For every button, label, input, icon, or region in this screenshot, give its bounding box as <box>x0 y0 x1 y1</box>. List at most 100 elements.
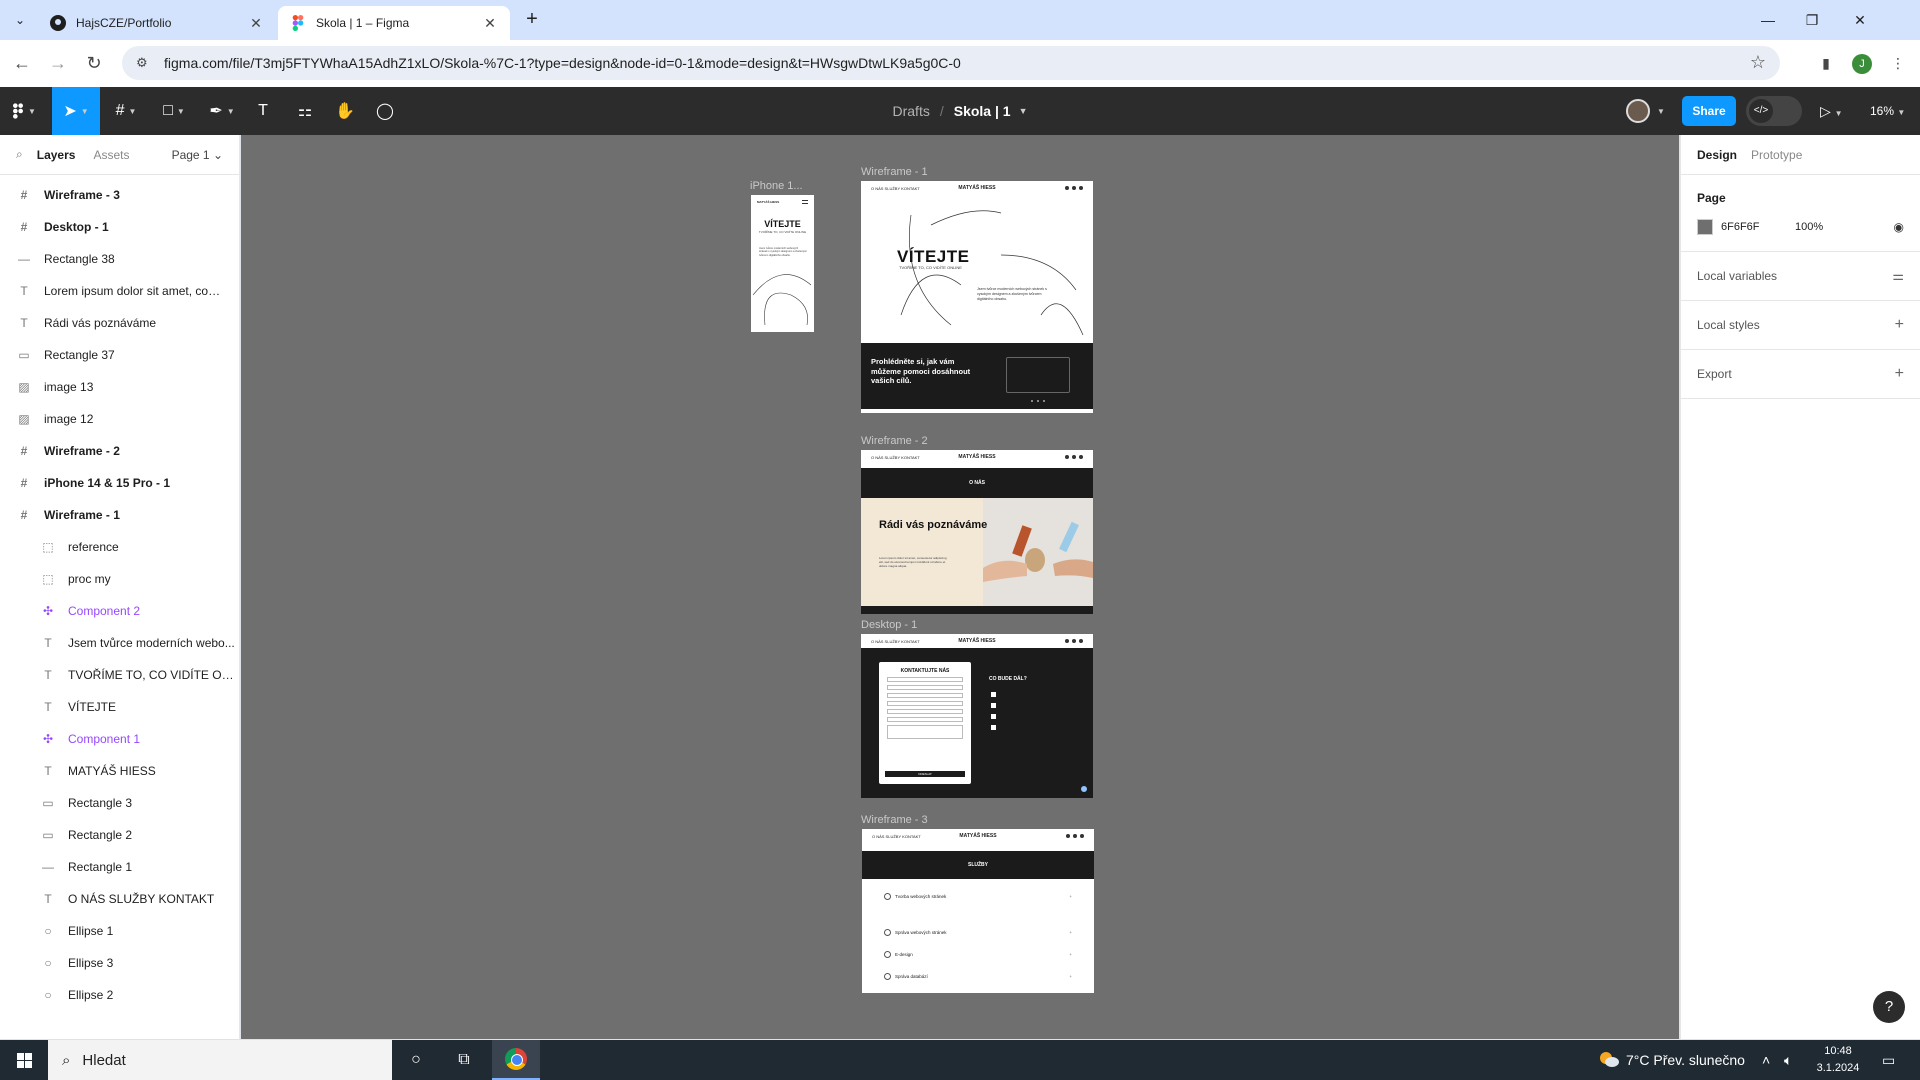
tab-search-chevron-icon[interactable]: ⌄ <box>8 8 32 32</box>
weather-sun-cloud-icon[interactable] <box>1598 1050 1620 1068</box>
url-field[interactable]: ⚙ figma.com/file/T3mj5FTYWhaA15AdhZ1xLO/… <box>122 46 1780 80</box>
cortana-icon[interactable]: ○ <box>392 1040 440 1080</box>
notifications-icon[interactable]: ▭ <box>1882 1040 1895 1080</box>
close-tab-icon[interactable]: ✕ <box>248 15 264 32</box>
wireframe-3-frame[interactable]: O NÁS SLUŽBY KONTAKT MATYÁŠ HIESS SLUŽBY… <box>862 829 1094 993</box>
restore-icon[interactable]: ❐ <box>1800 8 1824 32</box>
tab-prototype[interactable]: Prototype <box>1751 148 1802 162</box>
frame-label-wf1[interactable]: Wireframe - 1 <box>861 166 928 178</box>
layer-item[interactable]: T Rádi vás poznáváme <box>0 307 239 339</box>
layer-item[interactable]: ⬚ reference <box>0 531 239 563</box>
layer-item[interactable]: — Rectangle 1 <box>0 851 239 883</box>
close-window-icon[interactable]: ✕ <box>1848 8 1872 32</box>
clock[interactable]: 10:48 3.1.2024 <box>1810 1043 1866 1077</box>
zoom-level[interactable]: 16% ▼ <box>1870 99 1905 123</box>
volume-icon[interactable]: 🔈︎ <box>1784 1040 1792 1080</box>
add-icon[interactable]: + <box>1895 365 1904 383</box>
help-button[interactable]: ? <box>1873 991 1905 1023</box>
layer-item[interactable]: ○ Ellipse 3 <box>0 947 239 979</box>
breadcrumb-drafts[interactable]: Drafts <box>893 103 930 119</box>
weather-text[interactable]: 7°C Přev. slunečno <box>1626 1040 1745 1080</box>
layer-item[interactable]: ▨ image 12 <box>0 403 239 435</box>
frame-label-wf3[interactable]: Wireframe - 3 <box>861 814 928 826</box>
desktop-1-frame[interactable]: O NÁS SLUŽBY KONTAKT MATYÁŠ HIESS KONTAK… <box>861 634 1093 798</box>
page-color-opacity[interactable]: 100% <box>1795 221 1894 233</box>
minimize-icon[interactable]: — <box>1756 8 1780 32</box>
layer-item[interactable]: ▨ image 13 <box>0 371 239 403</box>
close-tab-icon[interactable]: ✕ <box>482 15 498 32</box>
browser-tab-github[interactable]: HajsCZE/Portfolio ✕ <box>38 6 276 40</box>
chevron-down-icon[interactable]: ▼ <box>1019 106 1028 116</box>
bookmark-star-icon[interactable]: ☆ <box>1750 52 1766 73</box>
page-color-hex[interactable]: 6F6F6F <box>1721 221 1795 233</box>
reload-icon[interactable]: ↻ <box>82 51 106 75</box>
layer-item[interactable]: ✣ Component 1 <box>0 723 239 755</box>
wireframe-1-frame[interactable]: O NÁS SLUŽBY KONTAKT MATYÁŠ HIESS VÍTEJT… <box>861 181 1093 413</box>
new-tab-button[interactable]: + <box>520 8 544 32</box>
pen-tool-icon[interactable]: ✒ ▼ <box>200 87 244 135</box>
layer-item[interactable]: T MATYÁŠ HIESS <box>0 755 239 787</box>
tab-layers[interactable]: Layers <box>37 148 76 162</box>
iphone-frame[interactable]: MATYÁŠ HIESS VÍTEJTE TVOŘÍME TO, CO VIDÍ… <box>751 195 814 332</box>
main-menu-icon[interactable]: ▼ <box>0 87 48 135</box>
tab-design[interactable]: Design <box>1697 148 1737 162</box>
search-icon[interactable]: ⌕ <box>16 147 23 162</box>
layer-item[interactable]: # Wireframe - 2 <box>0 435 239 467</box>
layer-item[interactable]: # Desktop - 1 <box>0 211 239 243</box>
resources-tool-icon[interactable]: ⚏ <box>290 87 320 135</box>
page-selector[interactable]: Page 1 ⌄ <box>172 148 223 162</box>
frame-label-iphone[interactable]: iPhone 1... <box>750 180 803 192</box>
site-settings-icon[interactable]: ⚙ <box>136 55 152 71</box>
present-icon[interactable]: ▷ ▼ <box>1820 99 1852 123</box>
frame-tool-icon[interactable]: # ▼ <box>104 87 148 135</box>
share-button[interactable]: Share <box>1682 96 1736 126</box>
shape-tool-icon[interactable]: □ ▼ <box>152 87 196 135</box>
canvas[interactable]: iPhone 1... MATYÁŠ HIESS VÍTEJTE TVOŘÍME… <box>241 135 1679 1039</box>
layer-item[interactable]: ⬚ proc my <box>0 563 239 595</box>
layer-item[interactable]: T Lorem ipsum dolor sit amet, conse... <box>0 275 239 307</box>
file-name[interactable]: Skola | 1 <box>954 103 1011 119</box>
layer-item[interactable]: ▭ Rectangle 2 <box>0 819 239 851</box>
layer-item[interactable]: T Jsem tvůrce moderních webo... <box>0 627 239 659</box>
user-avatar[interactable] <box>1626 99 1650 123</box>
layer-item[interactable]: # Wireframe - 1 <box>0 499 239 531</box>
windows-start-icon[interactable] <box>0 1040 48 1080</box>
layer-item[interactable]: ○ Ellipse 1 <box>0 915 239 947</box>
layer-item[interactable]: T VÍTEJTE <box>0 691 239 723</box>
browser-menu-icon[interactable]: ⋮ <box>1886 51 1910 75</box>
frame-label-desktop1[interactable]: Desktop - 1 <box>861 619 917 631</box>
export-row[interactable]: Export + <box>1681 350 1920 399</box>
layer-item[interactable]: — Rectangle 38 <box>0 243 239 275</box>
add-icon[interactable]: + <box>1895 316 1904 334</box>
taskbar-search[interactable]: ⌕ Hledat <box>48 1040 392 1080</box>
tab-assets[interactable]: Assets <box>93 148 129 162</box>
color-swatch[interactable] <box>1697 219 1713 235</box>
chevron-down-icon[interactable]: ▼ <box>1654 87 1668 135</box>
side-panel-icon[interactable]: ▮ <box>1814 51 1838 75</box>
hand-tool-icon[interactable]: ✋ <box>330 87 360 135</box>
profile-avatar[interactable]: J <box>1852 54 1872 74</box>
layer-item[interactable]: ○ Ellipse 2 <box>0 979 239 1011</box>
layer-item[interactable]: T O NÁS SLUŽBY KONTAKT <box>0 883 239 915</box>
dev-mode-toggle[interactable]: </> <box>1746 96 1802 126</box>
layer-item[interactable]: ▭ Rectangle 37 <box>0 339 239 371</box>
eye-icon[interactable]: ◉ <box>1894 220 1904 234</box>
local-styles-row[interactable]: Local styles + <box>1681 301 1920 350</box>
layer-item[interactable]: ✣ Component 2 <box>0 595 239 627</box>
sliders-icon[interactable]: ⚌ <box>1892 268 1904 284</box>
chrome-taskbar-icon[interactable] <box>492 1040 540 1080</box>
layer-item[interactable]: T TVOŘÍME TO, CO VIDÍTE ON... <box>0 659 239 691</box>
tray-chevron-icon[interactable]: ˄ <box>1762 1040 1770 1080</box>
layer-item[interactable]: ▭ Rectangle 3 <box>0 787 239 819</box>
comment-tool-icon[interactable]: ◯ <box>370 87 400 135</box>
back-icon[interactable]: ← <box>10 51 34 75</box>
local-variables-row[interactable]: Local variables ⚌ <box>1681 252 1920 301</box>
layer-item[interactable]: # iPhone 14 & 15 Pro - 1 <box>0 467 239 499</box>
layer-item[interactable]: # Wireframe - 3 <box>0 179 239 211</box>
task-view-icon[interactable]: ⧉ <box>440 1040 488 1080</box>
browser-tab-figma[interactable]: Skola | 1 – Figma ✕ <box>278 6 510 40</box>
move-tool-icon[interactable]: ➤ ▼ <box>52 87 100 135</box>
text-tool-icon[interactable]: T <box>248 87 278 135</box>
forward-icon[interactable]: → <box>46 51 70 75</box>
wireframe-2-frame[interactable]: O NÁS SLUŽBY KONTAKT MATYÁŠ HIESS O NÁS … <box>861 450 1093 614</box>
